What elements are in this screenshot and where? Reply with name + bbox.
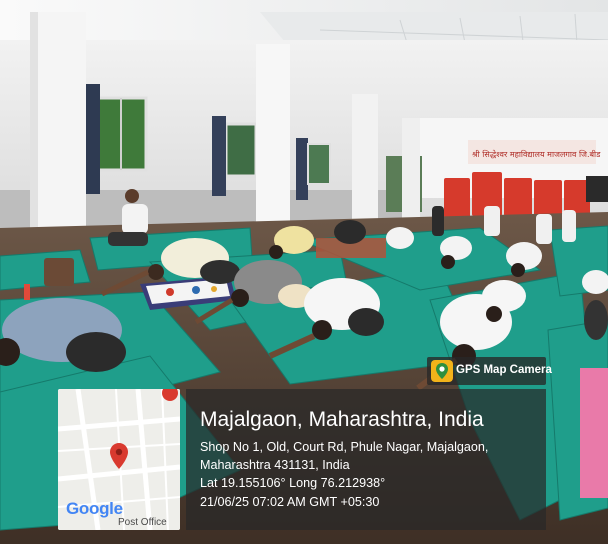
curtain [212,116,226,196]
water-bottle [24,284,30,300]
address-line-1: Shop No 1, Old, Court Rd, Phule Nagar, M… [200,440,489,454]
pillar [402,118,420,218]
curtain [296,138,308,200]
window-left [94,96,148,172]
map-place-label: Post Office [118,517,167,528]
window-right [307,143,331,185]
wall-banner-text: श्री सिद्धेश्वर महाविद्यालय माजलगाव जि.ब… [472,149,601,159]
bag [44,258,74,286]
map-pin-icon [110,443,128,469]
pillar [256,44,290,250]
google-logo: Google [66,499,123,519]
coordinates: Lat 19.155106° Long 76.212938° [200,476,386,490]
pillar [352,94,378,224]
address-line-2: Maharashtra 431131, India [200,458,350,472]
pink-mat [580,368,608,498]
gps-map-camera-icon [431,360,453,382]
location-title: Majalgaon, Maharashtra, India [200,408,484,431]
google-logo-text: Google [66,499,123,518]
window-middle [224,122,258,178]
speaker [586,176,608,202]
curtain [84,84,100,194]
datetime: 21/06/25 07:02 AM GMT +05:30 [200,495,380,509]
gps-map-camera-label: GPS Map Camera [456,364,552,376]
